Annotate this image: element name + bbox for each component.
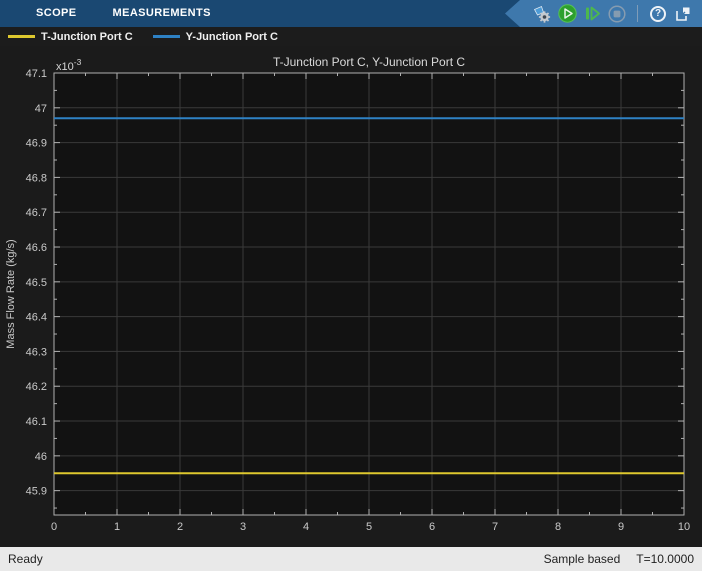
svg-text:3: 3 [240,521,246,533]
pop-out-button[interactable] [673,4,693,24]
play-icon [558,4,577,23]
svg-text:9: 9 [618,521,624,533]
svg-text:46.3: 46.3 [26,346,47,358]
svg-text:46.8: 46.8 [26,172,47,184]
svg-text:8: 8 [555,521,561,533]
svg-text:2: 2 [177,521,183,533]
tab-measurements[interactable]: MEASUREMENTS [95,0,229,27]
legend-swatch-blue [153,35,180,38]
svg-text:0: 0 [51,521,57,533]
svg-text:46.7: 46.7 [26,207,47,219]
run-button[interactable] [557,4,577,24]
legend-bar: T-Junction Port C Y-Junction Port C [0,27,702,46]
help-button[interactable]: ? [648,4,668,24]
plot-region: 45.94646.146.246.346.446.546.646.746.846… [0,46,702,547]
pop-out-icon [674,5,692,23]
stop-icon [608,5,626,23]
svg-text:5: 5 [366,521,372,533]
svg-text:4: 4 [303,521,309,533]
svg-text:46.5: 46.5 [26,277,47,289]
toolbar-separator [637,5,638,22]
legend-label: T-Junction Port C [41,31,133,43]
svg-text:47.1: 47.1 [26,68,47,80]
step-forward-button[interactable] [582,4,602,24]
svg-text:46.9: 46.9 [26,138,47,150]
svg-text:46: 46 [35,451,47,463]
scope-window: SCOPE MEASUREMENTS [0,0,702,571]
scope-plot: 45.94646.146.246.346.446.546.646.746.846… [0,46,702,547]
svg-text:45.9: 45.9 [26,486,47,498]
settings-button[interactable] [532,4,552,24]
legend-label: Y-Junction Port C [186,31,278,43]
gear-icon [532,4,552,24]
toolbar-quick-actions: ? [505,0,702,27]
step-forward-icon [583,4,602,23]
status-sim-time: T=10.0000 [636,552,694,566]
question-icon: ? [650,6,666,22]
tab-scope[interactable]: SCOPE [18,0,95,27]
svg-text:47: 47 [35,103,47,115]
status-bar: Ready Sample based T=10.0000 [0,547,702,571]
svg-text:6: 6 [429,521,435,533]
y-exponent-label: x10-3 [56,57,82,73]
legend-swatch-yellow [8,35,35,38]
svg-text:46.6: 46.6 [26,242,47,254]
svg-text:7: 7 [492,521,498,533]
status-state: Ready [8,552,43,566]
legend-item-y-junction[interactable]: Y-Junction Port C [153,31,278,43]
svg-text:1: 1 [114,521,120,533]
y-axis-label: Mass Flow Rate (kg/s) [5,239,17,348]
stop-button[interactable] [607,4,627,24]
legend-item-t-junction[interactable]: T-Junction Port C [8,31,133,43]
svg-text:46.1: 46.1 [26,416,47,428]
chart-title: T-Junction Port C, Y-Junction Port C [273,55,465,69]
svg-text:10: 10 [678,521,690,533]
svg-text:46.4: 46.4 [26,312,47,324]
toolbar: SCOPE MEASUREMENTS [0,0,702,27]
status-sample-mode: Sample based [544,552,621,566]
svg-text:46.2: 46.2 [26,381,47,393]
